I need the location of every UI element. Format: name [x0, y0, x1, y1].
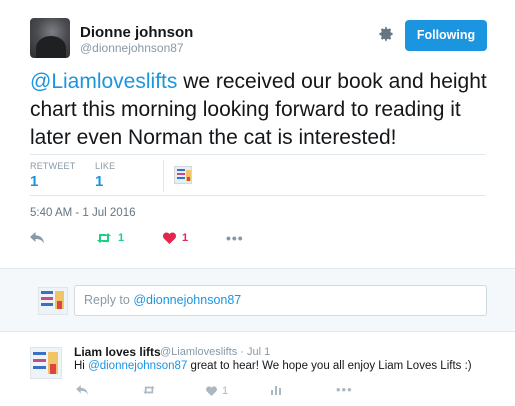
reply-author-avatar[interactable]	[29, 346, 63, 380]
stat-separator	[163, 160, 164, 192]
retweet-icon	[97, 233, 111, 243]
more-icon[interactable]: •••	[226, 230, 244, 246]
reply-text-mention[interactable]: @dionnejohnson87	[88, 360, 187, 372]
reply-author-name[interactable]: Liam loves lifts	[74, 345, 161, 359]
heart-icon	[206, 386, 217, 396]
reply-icon	[76, 385, 88, 395]
gear-icon[interactable]	[378, 26, 394, 42]
retweet-icon	[143, 385, 155, 395]
tweet-mention-link[interactable]: @Liamloveslifts	[30, 70, 177, 93]
reply-tweet-like-action[interactable]: 1	[206, 385, 228, 397]
reply-tweet-like-count: 1	[222, 385, 229, 397]
like-stat-label: LIKE	[95, 161, 116, 171]
tweet-card: Dionne johnson @dionnejohnson87 Followin…	[0, 0, 515, 268]
reply-tweet-retweet-action[interactable]	[142, 385, 156, 395]
reply-author-meta[interactable]: @Liamloveslifts · Jul 1	[160, 346, 270, 358]
reply-tweet-text: Hi @dionnejohnson87 great to hear! We ho…	[74, 360, 472, 372]
analytics-icon[interactable]	[270, 385, 282, 395]
author-name[interactable]: Dionne johnson	[80, 24, 193, 41]
reply-action[interactable]	[30, 232, 44, 244]
reply-mention: @dionnejohnson87	[133, 293, 242, 307]
like-stat-count[interactable]: 1	[95, 173, 103, 190]
reply-text-prefix: Hi	[74, 360, 89, 372]
author-handle[interactable]: @dionnejohnson87	[80, 41, 184, 55]
retweet-action-count: 1	[118, 232, 125, 244]
divider	[30, 195, 485, 196]
heart-icon	[163, 232, 176, 244]
like-action[interactable]: 1	[163, 232, 188, 244]
reply-text-body: great to hear! We hope you all enjoy Lia…	[187, 360, 472, 372]
reply-prefix: Reply to	[84, 293, 134, 307]
retweet-stat-label: RETWEET	[30, 161, 76, 171]
following-button[interactable]: Following	[405, 20, 487, 51]
author-avatar[interactable]	[30, 18, 70, 58]
reply-input[interactable]: Reply to @dionnejohnson87	[74, 285, 487, 316]
like-action-count: 1	[182, 232, 189, 244]
reply-tweet-reply-action[interactable]	[76, 385, 88, 395]
more-icon[interactable]: •••	[336, 382, 353, 397]
retweet-stat-count[interactable]: 1	[30, 173, 38, 190]
reply-icon	[30, 232, 44, 244]
divider	[30, 154, 485, 155]
tweet-timestamp[interactable]: 5:40 AM - 1 Jul 2016	[30, 207, 135, 219]
tweet-text: @Liamloveslifts we received our book and…	[30, 68, 500, 152]
liker-avatar[interactable]	[174, 166, 192, 184]
current-user-avatar	[37, 286, 69, 316]
retweet-action[interactable]: 1	[96, 232, 124, 244]
